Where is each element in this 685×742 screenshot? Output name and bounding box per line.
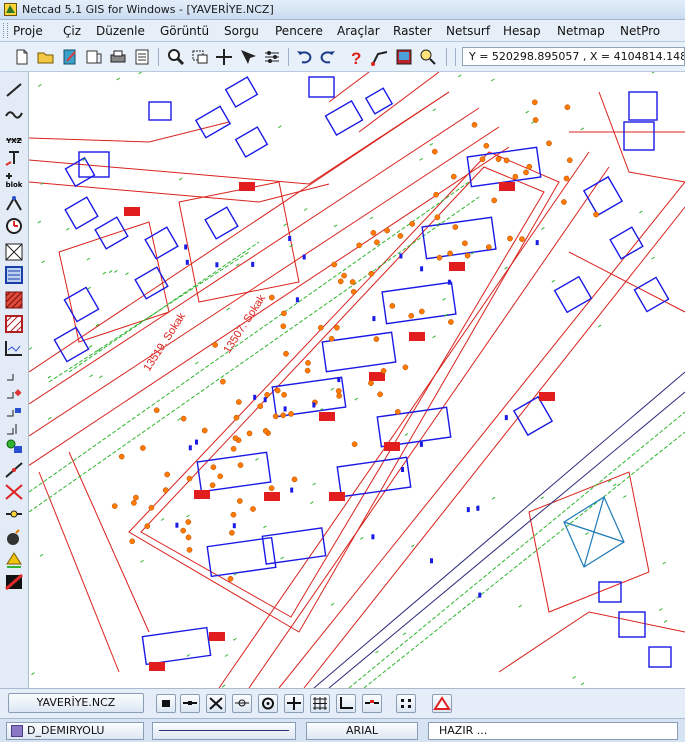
drawing-tab-button[interactable]: YAVERİYE.NCZ: [8, 693, 144, 713]
layer-name: D_DEMIRYOLU: [27, 724, 105, 737]
select-arrow-icon[interactable]: [238, 47, 258, 67]
red-parcel-marks: [124, 182, 555, 671]
pan-cross-icon[interactable]: [214, 47, 234, 67]
svg-text:?: ?: [351, 49, 361, 67]
zoom-icon[interactable]: [166, 47, 186, 67]
bomb-icon[interactable]: [3, 528, 25, 548]
main-toolbar: ? Y = 520298.895057 , X = 4104814.14818: [0, 42, 685, 72]
line-style-preview: [159, 730, 289, 731]
street-labels: 13519. Sokak 13507. Sokak: [141, 292, 268, 373]
raster-icon[interactable]: [394, 47, 414, 67]
erase-icon[interactable]: [3, 572, 25, 592]
clock-icon[interactable]: [3, 216, 25, 236]
paint-icon[interactable]: [3, 550, 25, 570]
template-icon[interactable]: [84, 47, 104, 67]
find-icon[interactable]: [418, 47, 438, 67]
draw-line-icon[interactable]: [3, 80, 25, 100]
railway-lines: [313, 371, 685, 688]
street-label-13507: 13507. Sokak: [221, 292, 268, 355]
hatch-blue-icon[interactable]: [3, 265, 25, 285]
line-tool-icon[interactable]: [370, 47, 390, 67]
warning-triangle-icon[interactable]: [432, 694, 452, 713]
polyline-icon[interactable]: [3, 104, 25, 124]
status-bar: D_DEMIRYOLU ARIAL HAZIR ...: [0, 718, 685, 742]
menu-netmap[interactable]: Netmap: [557, 24, 605, 38]
menu-goruntu[interactable]: Görüntü: [160, 24, 209, 38]
hatch-red-icon[interactable]: [3, 290, 25, 310]
box-cross-icon[interactable]: [3, 242, 25, 262]
menu-netsurf[interactable]: Netsurf: [446, 24, 490, 38]
green-lines: [29, 181, 685, 688]
netcad-app-icon: [4, 3, 17, 16]
yxz-text-icon[interactable]: YXZ: [3, 126, 25, 146]
blok-caption: blok: [5, 181, 23, 189]
ortho-icon[interactable]: [336, 694, 356, 713]
segment-icon[interactable]: [180, 694, 200, 713]
status-message: HAZIR ...: [428, 722, 678, 740]
undo-icon[interactable]: [294, 47, 314, 67]
corner-c-icon[interactable]: [3, 400, 25, 420]
menu-grip: [3, 23, 8, 38]
menu-sorgu[interactable]: Sorgu: [224, 24, 259, 38]
symbol-icon[interactable]: [3, 194, 25, 214]
menu-duzenle[interactable]: Düzenle: [96, 24, 145, 38]
point-symbols: [29, 72, 668, 688]
font-selector[interactable]: ARIAL: [306, 722, 418, 740]
mid-snap-icon[interactable]: [232, 694, 252, 713]
layer-selector[interactable]: D_DEMIRYOLU: [6, 722, 144, 740]
profile-icon[interactable]: [3, 338, 25, 358]
road-lines: [29, 72, 685, 688]
menu-raster[interactable]: Raster: [393, 24, 432, 38]
coordinate-readout: Y = 520298.895057 , X = 4104814.14818: [462, 47, 685, 66]
open-folder-icon[interactable]: [36, 47, 56, 67]
edit-document-icon[interactable]: [60, 47, 80, 67]
corner-a-icon[interactable]: [3, 364, 25, 384]
corner-d-icon[interactable]: [3, 418, 25, 438]
block-icon[interactable]: blok: [3, 170, 25, 190]
menu-ciz[interactable]: Çiz: [63, 24, 81, 38]
bottom-toolbar: YAVERİYE.NCZ: [0, 688, 685, 718]
window-zoom-icon[interactable]: [190, 47, 210, 67]
title-bar: Netcad 5.1 GIS for Windows - [YAVERİYE.N…: [0, 0, 685, 20]
building-footprints: [53, 76, 672, 668]
measure-icon[interactable]: [3, 504, 25, 524]
grid-icon[interactable]: [310, 694, 330, 713]
menu-bar: Proje Çiz Düzenle Görüntü Sorgu Pencere …: [0, 20, 685, 42]
snap-green-icon[interactable]: [3, 436, 25, 456]
selected-parcel: [563, 496, 625, 568]
menu-pencere[interactable]: Pencere: [275, 24, 323, 38]
new-file-icon[interactable]: [12, 47, 32, 67]
window-title: Netcad 5.1 GIS for Windows - [YAVERİYE.N…: [22, 3, 274, 16]
left-toolbox: YXZ blok: [0, 72, 29, 688]
adjust-icon[interactable]: [262, 47, 282, 67]
text-edit-icon[interactable]: [3, 148, 25, 168]
map-drawing[interactable]: 13519. Sokak 13507. Sokak: [29, 72, 685, 688]
menu-proje[interactable]: Proje: [13, 24, 43, 38]
help-icon[interactable]: ?: [346, 47, 366, 67]
yxz-caption: YXZ: [6, 137, 22, 145]
map-canvas[interactable]: 13519. Sokak 13507. Sokak: [29, 72, 685, 688]
circle-snap-icon[interactable]: [258, 694, 278, 713]
cross-snap-icon[interactable]: [206, 694, 226, 713]
intersect-icon[interactable]: [3, 482, 25, 502]
menu-araclar[interactable]: Araçlar: [337, 24, 380, 38]
perpendicular-snap-icon[interactable]: [284, 694, 304, 713]
hatch-pattern-icon[interactable]: [3, 314, 25, 334]
menu-netpro[interactable]: NetPro: [620, 24, 660, 38]
diagonal-line-icon[interactable]: [3, 460, 25, 480]
corner-b-icon[interactable]: [3, 382, 25, 402]
four-dots-icon[interactable]: [396, 694, 416, 713]
menu-hesap[interactable]: Hesap: [503, 24, 541, 38]
line-style-selector[interactable]: [152, 722, 296, 740]
list-icon[interactable]: [132, 47, 152, 67]
stop-icon[interactable]: [156, 694, 176, 713]
dash-snap-icon[interactable]: [362, 694, 382, 713]
redo-icon[interactable]: [318, 47, 338, 67]
print-icon[interactable]: [108, 47, 128, 67]
layer-color-swatch: [11, 725, 23, 737]
